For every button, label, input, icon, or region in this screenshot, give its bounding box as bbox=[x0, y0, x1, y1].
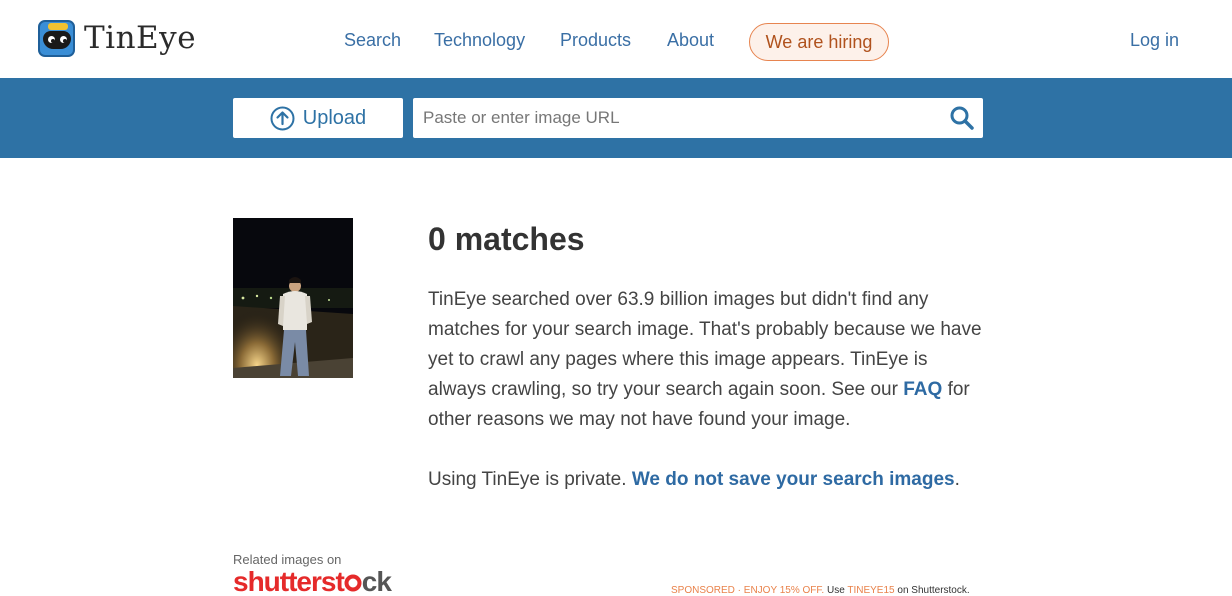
sponsored-label: SPONSORED · ENJOY 15% OFF. bbox=[671, 585, 825, 596]
brand-name: TinEye bbox=[84, 20, 197, 56]
nav-about[interactable]: About bbox=[667, 30, 714, 51]
privacy-end: . bbox=[954, 469, 960, 490]
nav-products[interactable]: Products bbox=[560, 30, 631, 51]
login-link[interactable]: Log in bbox=[1130, 30, 1179, 51]
sponsored-tail: on Shutterstock. bbox=[894, 585, 970, 596]
we-are-hiring-button[interactable]: We are hiring bbox=[749, 23, 889, 61]
results-title: 0 matches bbox=[428, 221, 585, 257]
shutterstock-o-icon bbox=[344, 574, 362, 592]
upload-label: Upload bbox=[302, 106, 367, 129]
shutterstock-text-a: shutterst bbox=[233, 566, 345, 596]
results-text-1: TinEye searched over 63.9 billion images… bbox=[428, 289, 982, 400]
sponsored-offer: SPONSORED · ENJOY 15% OFF. Use TINEYE15 … bbox=[671, 585, 970, 596]
promo-code: TINEYE15 bbox=[847, 585, 895, 596]
search-image-thumbnail bbox=[233, 218, 353, 378]
privacy-note: Using TinEye is private. We do not save … bbox=[428, 465, 960, 495]
nav-technology[interactable]: Technology bbox=[434, 30, 525, 51]
search-band: Upload bbox=[0, 78, 1232, 158]
shutterstock-logo[interactable]: shutterst ck bbox=[233, 566, 392, 596]
top-header: TinEye Search Technology Products About … bbox=[0, 0, 1232, 78]
upload-button[interactable]: Upload bbox=[233, 98, 403, 138]
shutterstock-text-b: ck bbox=[361, 566, 392, 596]
tineye-robot-icon bbox=[38, 20, 75, 57]
nav-search[interactable]: Search bbox=[344, 30, 401, 51]
image-url-input[interactable] bbox=[413, 98, 933, 138]
tineye-logo[interactable]: TinEye bbox=[38, 20, 196, 57]
faq-link[interactable]: FAQ bbox=[903, 379, 942, 400]
search-icon[interactable] bbox=[949, 105, 975, 131]
related-images-label: Related images on bbox=[233, 552, 342, 567]
upload-arrow-icon bbox=[270, 106, 295, 130]
privacy-text: Using TinEye is private. bbox=[428, 469, 632, 490]
results-description: TinEye searched over 63.9 billion images… bbox=[428, 285, 988, 435]
url-search-box bbox=[413, 98, 983, 138]
sponsored-use: Use bbox=[824, 585, 848, 596]
privacy-link[interactable]: We do not save your search images bbox=[632, 469, 955, 490]
